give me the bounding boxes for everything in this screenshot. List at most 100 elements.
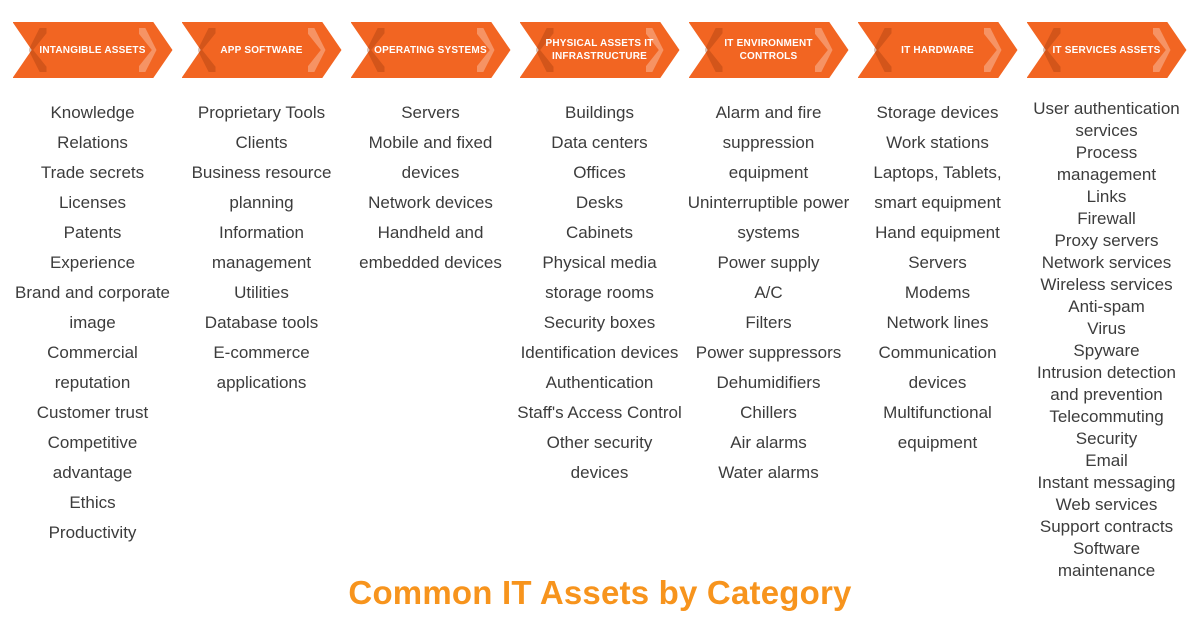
category-item-list: Proprietary Tools Clients Business resou… [177, 98, 346, 398]
list-item: Filters [745, 313, 792, 332]
list-item: Anti-spam [1068, 297, 1145, 316]
list-item: User authentication services [1033, 99, 1180, 140]
list-item: Offices [573, 163, 626, 182]
category-header-label: INTANGIBLE ASSETS [39, 44, 146, 56]
list-item: Email [1085, 451, 1128, 470]
list-item: Water alarms [718, 463, 819, 482]
list-item: Servers [908, 253, 967, 272]
category-header-label: APP SOFTWARE [220, 44, 303, 56]
category-column-physical-assets-it-infrastructure: PHYSICAL ASSETS IT INFRASTRUCTURE Buildi… [515, 22, 684, 488]
list-item: Telecommuting [1049, 407, 1164, 426]
list-item: E-commerce applications [213, 343, 310, 392]
list-item: Utilities [234, 283, 289, 302]
category-header-app-software: APP SOFTWARE [181, 22, 342, 78]
list-item: Experience [49, 253, 136, 272]
category-header-label: PHYSICAL ASSETS IT INFRASTRUCTURE [545, 38, 654, 62]
list-item: Data centers [551, 133, 648, 152]
list-item: Ethics [69, 493, 116, 512]
list-item: Support contracts [1039, 517, 1174, 536]
list-item: Brand and corporate image [15, 283, 170, 332]
list-item: Modems [904, 283, 971, 302]
list-item: Uninterruptible power systems [687, 193, 850, 242]
category-item-list: Alarm and fire suppression equipment Uni… [684, 98, 853, 488]
category-column-operating-systems: OPERATING SYSTEMS Servers Mobile and fix… [346, 22, 515, 278]
list-item: Network devices [368, 193, 493, 212]
list-item: Cabinets [565, 223, 634, 242]
list-item: Laptops, Tablets, smart equipment [873, 163, 1002, 212]
list-item: Productivity [48, 523, 137, 542]
list-item: Power suppressors [695, 343, 842, 362]
list-item: Storage devices [876, 103, 999, 122]
list-item: Wireless services [1040, 275, 1173, 294]
list-item: Buildings [565, 103, 634, 122]
category-column-app-software: APP SOFTWARE Proprietary Tools Clients B… [177, 22, 346, 398]
list-item: Clients [235, 133, 288, 152]
category-item-list: Knowledge Relations Trade secrets Licens… [8, 98, 177, 548]
category-header-it-hardware: IT HARDWARE [857, 22, 1018, 78]
category-header-operating-systems: OPERATING SYSTEMS [350, 22, 511, 78]
category-header-it-services-assets: IT SERVICES ASSETS [1026, 22, 1187, 78]
category-header-it-environment-controls: IT ENVIRONMENT CONTROLS [688, 22, 849, 78]
list-item: Air alarms [730, 433, 807, 452]
list-item: Desks [575, 193, 624, 212]
list-item: Handheld and embedded devices [359, 223, 502, 272]
category-item-list: Storage devices Work stations Laptops, T… [853, 98, 1022, 458]
category-item-list: Buildings Data centers Offices Desks Cab… [515, 98, 684, 488]
category-column-intangible-assets: INTANGIBLE ASSETS Knowledge Relations Tr… [8, 22, 177, 548]
list-item: Firewall [1077, 209, 1136, 228]
list-item: Identification devices [520, 343, 679, 362]
list-item: Hand equipment [875, 223, 1000, 242]
list-item: A/C [754, 283, 783, 302]
list-item: Physical media storage rooms [542, 253, 657, 302]
list-item: Proprietary Tools [197, 103, 326, 122]
list-item: Mobile and fixed devices [368, 133, 493, 182]
list-item: Security boxes [543, 313, 656, 332]
list-item: Links [1086, 187, 1127, 206]
list-item: Knowledge [50, 103, 135, 122]
list-item: Power supply [717, 253, 820, 272]
list-item: Network lines [886, 313, 989, 332]
list-item: Business resource planning [191, 163, 332, 212]
list-item: Dehumidifiers [716, 373, 821, 392]
list-item: Process management [1056, 143, 1157, 184]
list-item: Chillers [740, 403, 797, 422]
category-column-it-services-assets: IT SERVICES ASSETS User authentication s… [1022, 22, 1191, 582]
list-item: Commercial reputation [47, 343, 138, 392]
list-item: Authentication [545, 373, 654, 392]
list-item: Patents [63, 223, 122, 242]
category-header-label: IT SERVICES ASSETS [1052, 44, 1161, 56]
list-item: Database tools [204, 313, 319, 332]
list-item: Spyware [1073, 341, 1140, 360]
category-column-it-environment-controls: IT ENVIRONMENT CONTROLS Alarm and fire s… [684, 22, 853, 488]
list-item: Customer trust [36, 403, 149, 422]
list-item: Multifunctional equipment [883, 403, 992, 452]
page-title: Common IT Assets by Category [348, 574, 852, 611]
category-header-label: IT ENVIRONMENT CONTROLS [724, 38, 813, 62]
list-item: Network services [1041, 253, 1172, 272]
list-item: Relations [57, 133, 128, 152]
category-header-label: OPERATING SYSTEMS [374, 44, 487, 56]
list-item: Information management [211, 223, 312, 272]
category-header-physical-assets-it-infrastructure: PHYSICAL ASSETS IT INFRASTRUCTURE [519, 22, 680, 78]
category-item-list: Servers Mobile and fixed devices Network… [346, 98, 515, 278]
category-header-label: IT HARDWARE [901, 44, 974, 56]
list-item: Staff's Access Control [517, 403, 682, 422]
list-item: Proxy servers [1054, 231, 1159, 250]
list-item: Work stations [886, 133, 989, 152]
list-item: Web services [1055, 495, 1158, 514]
list-item: Trade secrets [40, 163, 145, 182]
list-item: Communication devices [878, 343, 997, 392]
category-header-intangible-assets: INTANGIBLE ASSETS [12, 22, 173, 78]
list-item: Licenses [58, 193, 127, 212]
category-columns: INTANGIBLE ASSETS Knowledge Relations Tr… [0, 0, 1200, 582]
list-item: Competitive advantage [47, 433, 138, 482]
list-item: Security [1075, 429, 1138, 448]
category-item-list: User authentication services Process man… [1022, 98, 1191, 582]
category-column-it-hardware: IT HARDWARE Storage devices Work station… [853, 22, 1022, 458]
list-item: Alarm and fire suppression equipment [715, 103, 822, 182]
list-item: Instant messaging [1037, 473, 1176, 492]
list-item: Servers [401, 103, 460, 122]
list-item: Other security devices [546, 433, 653, 482]
list-item: Intrusion detection and prevention [1037, 363, 1176, 404]
it-assets-infographic: INTANGIBLE ASSETS Knowledge Relations Tr… [0, 0, 1200, 628]
